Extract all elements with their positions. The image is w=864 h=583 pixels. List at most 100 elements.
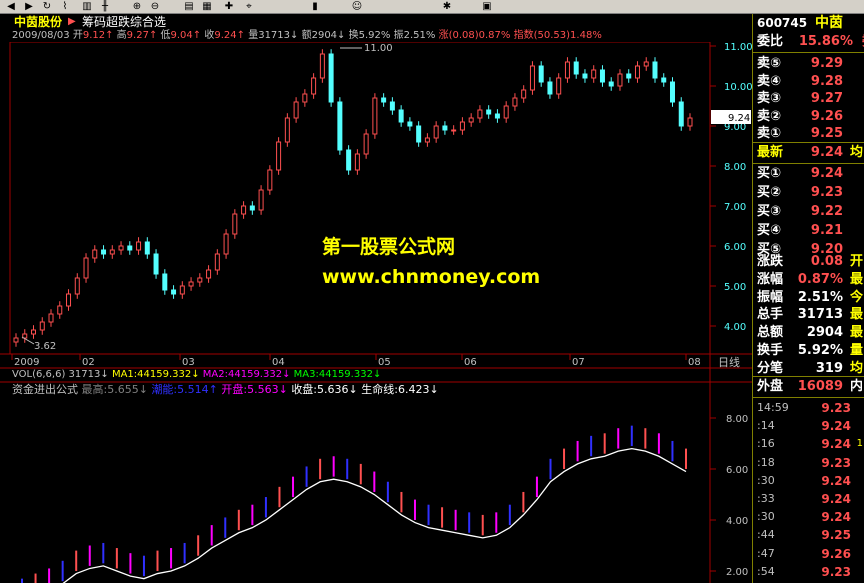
bid-row-3: 买③ 9.22 [753,202,864,222]
candle-body [319,53,325,79]
play-arrow-icon[interactable]: ▶ [68,14,76,30]
candle-body [83,257,89,279]
price-tick-label: 4.00 [724,322,746,333]
stat-high-arrow: ↑ [148,30,158,41]
bid-row-2: 买② 9.23 [753,183,864,203]
main-chart-frame [9,42,711,355]
candle-body [512,97,518,107]
candle-body [109,249,115,255]
arrow-right-icon[interactable]: ▶ [22,1,36,12]
vol-ma1: MA1:44159.332 [111,369,192,380]
candle-body [372,97,378,135]
tick-row: :44 9.25 [753,527,864,543]
stock-name[interactable]: 中茵股份 [14,14,62,30]
candle-body [74,277,80,295]
candle-body [188,281,194,287]
chart-bar-icon[interactable]: ▥ [80,1,94,12]
grid-icon[interactable]: ▦ [200,1,214,12]
candle-body [573,61,579,75]
candle-body [381,97,387,103]
sub-axis-label: 2.00 [726,567,748,578]
sub-life-value: 6.423 [397,383,430,396]
arrow-left-icon[interactable]: ◀ [4,1,18,12]
bid-row-2-value: 9.23 [810,185,843,200]
candle-body [171,289,177,295]
outer-value: 16089 [797,379,843,394]
chart-line-icon[interactable]: ⌇ [58,1,72,12]
tick-price: 9.24 [821,492,851,506]
stack-icon[interactable]: ▤ [182,1,196,12]
tick-time: :30 [757,473,775,487]
ask-row-1-label: 卖① [757,126,782,141]
color-icon[interactable]: ✱ [440,1,454,12]
stat-high-label: 高 [116,30,127,41]
crosshair-icon[interactable]: ⌖ [242,1,256,12]
ask-row-1-value: 9.25 [810,126,843,141]
date-tick-label: 06 [464,357,477,368]
vol-ma1-arrow: ↓ [191,369,200,380]
stock-code[interactable]: 600745 [757,14,807,32]
candle-body [346,149,352,171]
candle-body [678,101,684,127]
refresh-icon[interactable]: ↻ [40,1,54,12]
date-axis: 2009 02 03 04 05 06 07 08 [11,354,701,368]
cross-icon[interactable]: ✚ [222,1,236,12]
candle-body [197,277,203,283]
stat-amplitude-label: 振 [393,30,404,41]
date-tick-label: 2009 [14,357,39,368]
sub-indicator-row: 资金进出公式 最高:5.655↓ 潮能:5.514↑ 开盘:5.563↓ 收盘:… [12,383,439,397]
info-row-6-value: 319 [815,360,843,376]
bid-ratio-row: 委比 15.86% 委 [753,32,864,53]
candle-body [48,313,54,323]
candle-body [241,205,247,215]
sub-formula-label[interactable]: 资金进出公式 [12,383,78,396]
candle-body [398,109,404,123]
candle-body [669,81,675,103]
stat-close-label: 收 [204,30,215,41]
tick-price: 9.24 [821,437,851,452]
watermark-title: 第一股票公式网 [322,236,456,258]
stat-date: 2009/08/03 [12,30,70,41]
zoom-in-icon[interactable]: ⊕ [130,1,144,12]
tick-time: :54 [757,564,775,578]
candle-body [547,81,553,95]
stat-change-pct: 0.87% [478,30,511,41]
person-icon[interactable]: ☺ [350,1,364,12]
candle-body [626,73,632,79]
bid-ratio-label: 委比 [757,34,784,49]
candle-body [608,81,614,87]
candle-body [144,241,150,255]
chart-area[interactable]: 11.0010.009.008.007.006.005.004.00 2009 0… [0,42,752,583]
vol-label[interactable]: VOL(6,6,6) [12,369,65,380]
low-annotation-line [21,336,35,345]
bid-row-1: 买① 9.24 [753,164,864,184]
vol-ma2: MA2:44159.332 [202,369,283,380]
vol-value: 31713 [68,369,101,380]
candlestick-icon[interactable]: ╫ [98,1,112,12]
candle-body [267,169,273,191]
watermark-url: www.chnmoney.com [322,266,541,288]
candle-body [223,233,229,255]
period-label[interactable]: 日线 [718,355,740,369]
candle-body [179,285,185,295]
formula-title[interactable]: 筹码超跌综合选 [82,14,166,30]
zoom-out-icon[interactable]: ⊖ [148,1,162,12]
stat-low: 9.04 [170,30,193,41]
vol-ma3: MA3:44159.332 [293,369,373,380]
vol-ma2-arrow: ↓ [282,369,291,380]
save-icon[interactable]: ▣ [480,1,494,12]
candle-body [162,273,168,291]
bid-row-3-label: 买③ [757,204,782,219]
candle-body [617,73,623,87]
stat-volume: 31713 [258,30,291,41]
bars-icon[interactable]: ▮ [308,1,322,12]
date-tick-label: 04 [272,357,285,368]
quote-stock-name[interactable]: 中茵 [815,14,843,32]
candle-body [494,113,500,119]
candle-body [634,65,640,79]
candle-body [416,125,422,143]
stat-change: (0.08) [448,30,479,41]
stat-index-pct: 1.48% [570,30,602,41]
price-axis: 11.0010.009.008.007.006.005.004.00 [710,42,752,333]
toolbar: ◀ ▶ ↻ ⌇ ▥ ╫ ⊕ ⊖ ▤ ▦ ✚ ⌖ ▮ ☺ ✱ ▣ [0,0,864,14]
